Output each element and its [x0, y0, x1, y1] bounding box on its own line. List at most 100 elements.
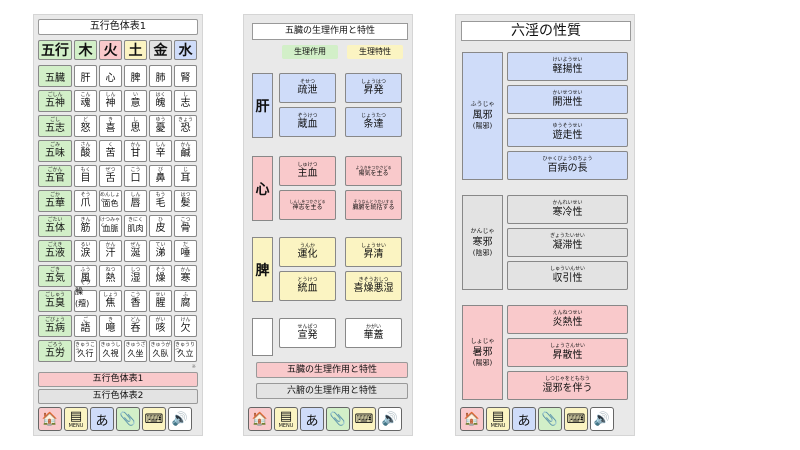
table-cell[interactable]: く苦: [99, 140, 122, 162]
keyboard-button[interactable]: ⌨: [352, 407, 376, 431]
table-cell[interactable]: 肝: [74, 65, 97, 87]
table-cell[interactable]: きゅうりつ 久立: [174, 340, 197, 362]
table-cell[interactable]: ふ腐: [174, 290, 197, 312]
home-button[interactable]: 🏠: [38, 407, 62, 431]
property-button[interactable]: しゅういんせい 収引性: [507, 261, 628, 290]
property-button[interactable]: ぎょうたいせい 凝滞性: [507, 228, 628, 257]
table-cell[interactable]: こう口: [124, 165, 147, 187]
table-cell[interactable]: そう燥: [149, 265, 172, 287]
trait-button[interactable]: そうなんとうかいする 臓腑を統括する: [345, 190, 402, 220]
table-cell[interactable]: きん筋: [74, 215, 97, 237]
table-cell[interactable]: きゅうが 久臥: [149, 340, 172, 362]
six-bowels-button[interactable]: 六腑の生理作用と特性: [256, 383, 408, 399]
function-button[interactable]: しゅけつ 主血: [279, 156, 336, 186]
kana-button[interactable]: あ: [300, 407, 324, 431]
table-cell[interactable]: めんしょく 面色: [99, 190, 122, 212]
table-cell[interactable]: しょう焦: [99, 290, 122, 312]
table-cell[interactable]: さん酸: [74, 140, 97, 162]
table-cell[interactable]: 腎: [174, 65, 197, 87]
table-cell[interactable]: こう香: [124, 290, 147, 312]
table-cell[interactable]: きゅうし 久視: [99, 340, 122, 362]
trait-button[interactable]: しょうせい 昇清: [345, 237, 402, 267]
table-cell[interactable]: ぜつ舌: [99, 165, 122, 187]
keyboard-button[interactable]: ⌨: [564, 407, 588, 431]
trait-button[interactable]: じょうたつ 条達: [345, 107, 402, 137]
table-cell[interactable]: し思: [124, 115, 147, 137]
clip-button[interactable]: 📎: [538, 407, 562, 431]
table-cell[interactable]: 心: [99, 65, 122, 87]
table-cell[interactable]: はく魄: [149, 90, 172, 112]
property-button[interactable]: けいようせい 軽揚性: [507, 52, 628, 81]
table-cell[interactable]: じ耳: [174, 165, 197, 187]
function-button[interactable]: そせつ 疏泄: [279, 73, 336, 103]
function-button[interactable]: せんぱつ 宣発: [279, 318, 336, 348]
kana-button[interactable]: あ: [512, 407, 536, 431]
function-button[interactable]: ぞうけつ 蔵血: [279, 107, 336, 137]
table-cell[interactable]: かん寒: [174, 265, 197, 287]
table-cell[interactable]: ねつ熱: [99, 265, 122, 287]
table-cell[interactable]: はつ髪: [174, 190, 197, 212]
table-cell[interactable]: き喜: [99, 115, 122, 137]
property-button[interactable]: えんねつせい 炎熱性: [507, 305, 628, 334]
table-cell[interactable]: そう爪: [74, 190, 97, 212]
table-cell[interactable]: び鼻: [149, 165, 172, 187]
table-cell[interactable]: もう毛: [149, 190, 172, 212]
table-cell[interactable]: がい咳: [149, 315, 172, 337]
evil-label[interactable]: しょじゃ 暑邪 (陽邪): [462, 305, 503, 400]
table-cell[interactable]: しん唇: [124, 190, 147, 212]
table-cell[interactable]: ゆう憂: [149, 115, 172, 137]
table-cell[interactable]: かん鹹: [174, 140, 197, 162]
table-cell[interactable]: こつ骨: [174, 215, 197, 237]
clip-button[interactable]: 📎: [326, 407, 350, 431]
table-cell[interactable]: 脾: [124, 65, 147, 87]
table-cell[interactable]: しん神: [99, 90, 122, 112]
kana-button[interactable]: あ: [90, 407, 114, 431]
table-cell[interactable]: きょう恐: [174, 115, 197, 137]
trait-button[interactable]: ようきをつかさどる 陽気を主る: [345, 156, 402, 186]
table-cell[interactable]: 肺: [149, 65, 172, 87]
trait-button[interactable]: きそうおしつ 喜燥悪湿: [345, 271, 402, 301]
table-cell[interactable]: こん魂: [74, 90, 97, 112]
function-button[interactable]: しんしをつかさどる 神志を主る: [279, 190, 336, 220]
table-cell[interactable]: るい涙: [74, 240, 97, 262]
table-cell[interactable]: し志: [174, 90, 197, 112]
table-cell[interactable]: しん辛: [149, 140, 172, 162]
home-button[interactable]: 🏠: [248, 407, 272, 431]
menu-button[interactable]: ▤ MENU: [64, 407, 88, 431]
table-cell[interactable]: ひ皮: [149, 215, 172, 237]
table-cell[interactable]: もく目: [74, 165, 97, 187]
table-cell[interactable]: ど怒: [74, 115, 97, 137]
function-button[interactable]: うんか 運化: [279, 237, 336, 267]
property-button[interactable]: かいせつせい 開泄性: [507, 85, 628, 114]
table-cell[interactable]: き噫: [99, 315, 122, 337]
table-cell[interactable]: そう 臊(羶): [74, 280, 97, 312]
table-cell[interactable]: どん呑: [124, 315, 147, 337]
property-button[interactable]: かんれいせい 寒冷性: [507, 195, 628, 224]
function-button[interactable]: とうけつ 統血: [279, 271, 336, 301]
table-cell[interactable]: ぜん涎: [124, 240, 147, 262]
table-cell[interactable]: けん欠: [174, 315, 197, 337]
table-cell[interactable]: い意: [124, 90, 147, 112]
table-cell[interactable]: きゅうざ 久坐: [124, 340, 147, 362]
table-cell[interactable]: だ唾: [174, 240, 197, 262]
trait-button[interactable]: しょうはつ 昇発: [345, 73, 402, 103]
clip-button[interactable]: 📎: [116, 407, 140, 431]
table-cell[interactable]: ご語: [74, 315, 97, 337]
five-organs-button[interactable]: 五臓の生理作用と特性: [256, 362, 408, 378]
table-cell[interactable]: かん汗: [99, 240, 122, 262]
sound-button[interactable]: 🔊: [168, 407, 192, 431]
home-button[interactable]: 🏠: [460, 407, 484, 431]
property-button[interactable]: しょうさんせい 昇散性: [507, 338, 628, 367]
menu-button[interactable]: ▤ MENU: [486, 407, 510, 431]
keyboard-button[interactable]: ⌨: [142, 407, 166, 431]
sound-button[interactable]: 🔊: [378, 407, 402, 431]
table-cell[interactable]: けつみゃく 血脈: [99, 215, 122, 237]
evil-label[interactable]: かんじゃ 寒邪 (陰邪): [462, 195, 503, 290]
property-button[interactable]: ひゃくびょうのちょう 百病の長: [507, 151, 628, 180]
table-cell[interactable]: しつ湿: [124, 265, 147, 287]
table-cell[interactable]: せい腥: [149, 290, 172, 312]
table-cell[interactable]: かん甘: [124, 140, 147, 162]
evil-label[interactable]: ふうじゃ 風邪 (陽邪): [462, 52, 503, 180]
menu-button[interactable]: ▤ MENU: [274, 407, 298, 431]
trait-button[interactable]: かがい 華蓋: [345, 318, 402, 348]
